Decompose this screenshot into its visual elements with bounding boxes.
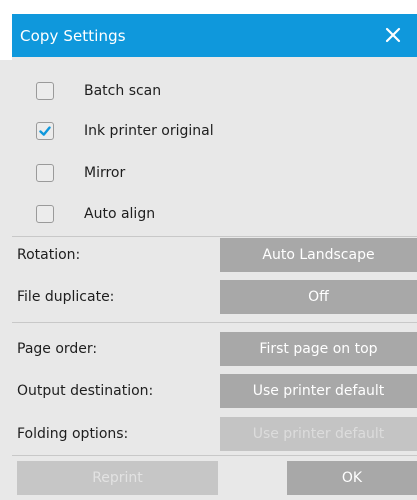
- ok-button[interactable]: OK: [287, 461, 417, 495]
- ink-printer-original-checkbox[interactable]: Ink printer original: [36, 118, 214, 144]
- output-destination-select[interactable]: Use printer default: [220, 374, 417, 408]
- divider: [12, 236, 417, 237]
- copy-settings-dialog: Copy Settings Batch scan Ink printer ori…: [0, 0, 417, 500]
- auto-align-label: Auto align: [84, 206, 156, 222]
- output-destination-row: Output destination: Use printer default: [0, 374, 417, 410]
- folding-options-label: Folding options:: [17, 426, 129, 442]
- page-order-row: Page order: First page on top: [0, 332, 417, 368]
- batch-scan-checkbox[interactable]: Batch scan: [36, 78, 161, 104]
- title-bar: Copy Settings: [12, 14, 417, 57]
- folding-options-row: Folding options: Use printer default: [0, 417, 417, 453]
- page-order-select[interactable]: First page on top: [220, 332, 417, 366]
- checkbox-unchecked-icon: [36, 205, 54, 223]
- checkbox-unchecked-icon: [36, 82, 54, 100]
- folding-options-select: Use printer default: [220, 417, 417, 451]
- mirror-label: Mirror: [84, 165, 126, 181]
- rotation-label: Rotation:: [17, 247, 81, 263]
- file-duplicate-select[interactable]: Off: [220, 280, 417, 314]
- dialog-title: Copy Settings: [20, 26, 126, 45]
- close-icon: [385, 27, 401, 43]
- auto-align-checkbox[interactable]: Auto align: [36, 201, 155, 227]
- batch-scan-label: Batch scan: [84, 83, 162, 99]
- checkbox-checked-icon: [36, 122, 54, 140]
- file-duplicate-row: File duplicate: Off: [0, 280, 417, 316]
- top-margin: [0, 0, 417, 14]
- ink-printer-original-label: Ink printer original: [84, 123, 214, 139]
- output-destination-label: Output destination:: [17, 383, 154, 399]
- divider: [12, 322, 417, 323]
- rotation-select[interactable]: Auto Landscape: [220, 238, 417, 272]
- reprint-button: Reprint: [17, 461, 218, 495]
- left-margin: [0, 0, 12, 60]
- divider: [12, 455, 417, 456]
- close-button[interactable]: [381, 23, 405, 47]
- page-order-label: Page order:: [17, 341, 98, 357]
- mirror-checkbox[interactable]: Mirror: [36, 160, 125, 186]
- checkbox-unchecked-icon: [36, 164, 54, 182]
- rotation-row: Rotation: Auto Landscape: [0, 238, 417, 274]
- file-duplicate-label: File duplicate:: [17, 289, 115, 305]
